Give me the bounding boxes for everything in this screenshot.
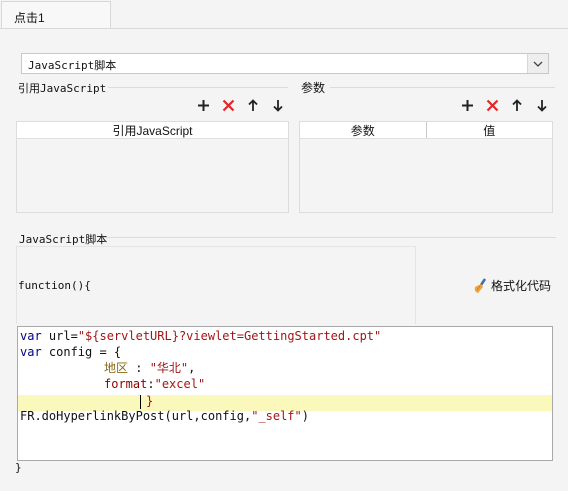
function-header-area: function(){ <box>16 246 416 324</box>
tab-divider <box>0 28 568 29</box>
move-up-ref-button[interactable] <box>244 96 262 114</box>
text-cursor <box>140 395 141 409</box>
add-ref-button[interactable] <box>194 96 212 114</box>
plus-icon <box>197 99 209 111</box>
code-editor[interactable]: var url="${servletURL}?viewlet=GettingSt… <box>17 326 553 461</box>
function-closing-brace: } <box>15 461 22 474</box>
format-code-button[interactable]: 格式化代码 <box>472 277 551 294</box>
code-line-5: } <box>146 394 154 408</box>
close-icon <box>486 99 498 111</box>
arrow-up-icon <box>248 98 258 111</box>
code-line-1: var url="${servletURL}?viewlet=GettingSt… <box>20 329 382 343</box>
params-table[interactable]: 参数 值 <box>299 121 553 213</box>
column-header-ref[interactable]: 引用JavaScript <box>17 122 288 138</box>
column-header-value[interactable]: 值 <box>425 122 553 138</box>
arrow-down-icon <box>273 99 283 112</box>
params-table-header: 参数 值 <box>300 122 552 139</box>
refs-table-header: 引用JavaScript <box>17 122 288 139</box>
refs-label: 引用JavaScript <box>18 82 107 95</box>
delete-ref-button[interactable] <box>219 96 237 114</box>
column-header-param[interactable]: 参数 <box>300 122 426 138</box>
tab-title: 点击1 <box>14 11 45 25</box>
code-line-3: 地区 : "华北", <box>104 361 196 375</box>
format-code-label: 格式化代码 <box>491 279 552 293</box>
brush-icon <box>474 277 487 293</box>
params-label: 参数 <box>301 81 326 95</box>
delete-param-button[interactable] <box>483 96 501 114</box>
refs-table[interactable]: 引用JavaScript <box>16 121 289 213</box>
script-label: JavaScript脚本 <box>19 233 108 246</box>
move-down-param-button[interactable] <box>533 96 551 114</box>
script-separator <box>104 237 556 238</box>
script-type-select[interactable]: JavaScript脚本 <box>21 53 549 74</box>
refs-separator <box>108 87 288 88</box>
arrow-up-icon <box>512 98 522 111</box>
function-header: function(){ <box>18 279 91 292</box>
params-separator <box>330 87 555 88</box>
arrow-down-icon <box>537 99 547 112</box>
code-line-2: var config = { <box>20 345 122 359</box>
add-param-button[interactable] <box>458 96 476 114</box>
select-value: JavaScript脚本 <box>28 59 117 72</box>
move-up-param-button[interactable] <box>508 96 526 114</box>
code-line-4: format:"excel" <box>104 377 206 391</box>
chevron-down-icon[interactable] <box>527 54 548 73</box>
plus-icon <box>461 99 473 111</box>
code-line-6: FR.doHyperlinkByPost(url,config,"_self") <box>20 409 309 423</box>
tab-click-1[interactable]: 点击1 <box>1 1 111 29</box>
close-icon <box>222 99 234 111</box>
move-down-ref-button[interactable] <box>269 96 287 114</box>
